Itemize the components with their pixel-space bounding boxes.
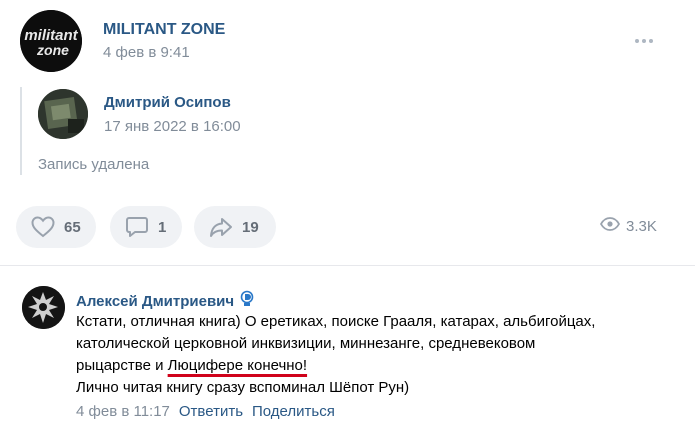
views-count: 3.3K (626, 217, 657, 235)
share-button[interactable]: 19 (194, 206, 276, 248)
dynamo-badge-icon (240, 290, 254, 312)
like-button[interactable]: 65 (16, 206, 96, 248)
heart-icon (30, 215, 56, 239)
repost-author-name[interactable]: Дмитрий Осипов (104, 94, 231, 111)
comment-author-name[interactable]: Алексей Дмитриевич (76, 293, 234, 310)
share-icon (208, 215, 234, 239)
comment-line: Кстати, отличная книга) О еретиках, поис… (76, 313, 596, 330)
share-count: 19 (242, 218, 259, 236)
like-count: 65 (64, 218, 81, 236)
comment-line: католической церковной инквизиции, минне… (76, 335, 536, 352)
share-comment-button[interactable]: Поделиться (252, 403, 335, 420)
comment-author-avatar[interactable] (22, 286, 65, 329)
group-name[interactable]: MILITANT ZONE (103, 21, 225, 39)
repost-author-avatar[interactable] (38, 89, 88, 139)
comment-count: 1 (158, 218, 167, 236)
comment-footer: 4 фев в 11:17 Ответить Поделиться (76, 403, 335, 420)
deleted-post-text: Запись удалена (38, 156, 150, 173)
comment-text: Кстати, отличная книга) О еретиках, поис… (76, 311, 676, 399)
comment-line: Лично читая книгу сразу вспоминал Шёпот … (76, 379, 410, 396)
comments-divider (0, 265, 695, 266)
comment-date[interactable]: 4 фев в 11:17 (76, 403, 170, 420)
post-date[interactable]: 4 фев в 9:41 (103, 44, 190, 61)
group-avatar[interactable]: militant zone (20, 10, 82, 72)
reply-button[interactable]: Ответить (179, 403, 243, 420)
repost-bar (20, 87, 22, 175)
logo-text-line2: zone (36, 42, 69, 58)
comment-line: рыцарстве и Люцифере конечно! (76, 355, 676, 377)
comment-button[interactable]: 1 (110, 206, 182, 248)
more-options-icon[interactable] (630, 30, 658, 50)
repost-date[interactable]: 17 янв 2022 в 16:00 (104, 118, 241, 135)
eye-icon (599, 217, 621, 235)
comment-icon (124, 215, 150, 239)
comment-line-start: рыцарстве и (76, 357, 168, 374)
underlined-phrase: Люцифере конечно! (167, 357, 308, 374)
comment-author[interactable]: Алексей Дмитриевич (76, 290, 254, 312)
views-counter: 3.3K (599, 217, 657, 235)
